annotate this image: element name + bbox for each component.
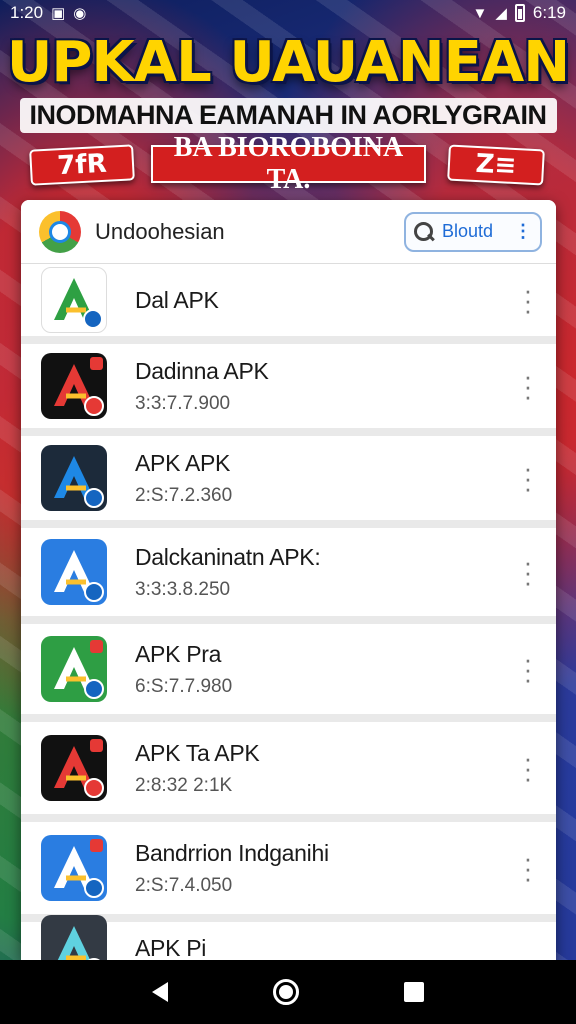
banner-headline: UPKAL UAUANEAN bbox=[6, 30, 570, 95]
app-list-item[interactable]: Dadinna APK 3:3:7.7.900 · · · bbox=[21, 344, 556, 436]
app-name: APK APK bbox=[135, 449, 231, 476]
app-list-item[interactable]: APK Pi bbox=[21, 915, 556, 961]
home-icon[interactable] bbox=[272, 979, 299, 1005]
apk-icon-black-red-arrow bbox=[41, 735, 107, 801]
status-bar: 1:20 ▣ ◉ ▼ ◢ 6:19 bbox=[0, 0, 576, 26]
apk-icon-blue bbox=[41, 539, 107, 605]
app-list-item[interactable]: Dalckaninatn APK: 3:3:3.8.250 · · · bbox=[21, 528, 556, 624]
app-badge-icon bbox=[84, 778, 104, 798]
app-meta: APK APK 2:S:7.2.360 bbox=[135, 450, 556, 507]
app-badge-icon bbox=[84, 396, 104, 416]
app-version: 2:8:32 2:1K bbox=[135, 774, 233, 796]
app-meta: Dalckaninatn APK: 3:3:3.8.250 bbox=[135, 544, 556, 601]
app-name: Bandrrion Indganihi bbox=[135, 839, 329, 866]
app-list-item[interactable]: APK Pra 6:S:7.7.980 · · · bbox=[21, 624, 556, 722]
apk-icon-blue-badge bbox=[41, 835, 107, 901]
status-time: 1:20 bbox=[10, 3, 44, 22]
image-icon: ▣ bbox=[51, 5, 66, 22]
apk-icon-partial bbox=[41, 915, 107, 960]
app-name: APK Pi bbox=[135, 934, 207, 961]
browser-logo-icon bbox=[39, 210, 81, 253]
more-options-icon[interactable]: · · · bbox=[518, 277, 538, 323]
promo-row: 7fR BA BIOROBOINA TA. Z≡ bbox=[0, 132, 576, 195]
app-corner-mark-icon bbox=[90, 739, 103, 752]
status-right-text: 6:19 bbox=[532, 3, 566, 22]
promo-banner: UPKAL UAUANEAN INODMAHNA EAMANAH IN AORL… bbox=[0, 28, 576, 198]
app-meta: APK Pi bbox=[135, 935, 556, 961]
app-name: Dalckaninatn APK: bbox=[135, 543, 321, 570]
app-meta: APK Ta APK 2:8:32 2:1K bbox=[135, 740, 556, 797]
apk-icon-dark-multicolor bbox=[41, 445, 107, 511]
apk-icon-green bbox=[41, 636, 107, 702]
promo-center-label: BA BIOROBOINA TA. bbox=[151, 132, 426, 195]
more-options-icon[interactable]: · · · bbox=[518, 363, 538, 409]
app-meta: Dadinna APK 3:3:7.7.900 bbox=[135, 358, 556, 415]
promo-badge-left: 7fR bbox=[29, 144, 135, 186]
notification-icon: ◉ bbox=[73, 5, 87, 22]
app-name: APK Pra bbox=[135, 640, 222, 667]
back-icon[interactable] bbox=[152, 982, 169, 1002]
more-options-icon[interactable]: · · · bbox=[518, 845, 538, 891]
signal-icon: ◢ bbox=[495, 5, 507, 22]
promo-badge-right: Z≡ bbox=[447, 144, 545, 186]
card-header: Undoohesian Bloutd ⋮ bbox=[21, 200, 556, 264]
app-name: Dadinna APK bbox=[135, 357, 269, 384]
app-version: 2:S:7.2.360 bbox=[135, 484, 233, 506]
app-version: 2:S:7.4.050 bbox=[135, 874, 233, 896]
more-options-icon[interactable]: · · · bbox=[518, 455, 538, 501]
app-badge-icon bbox=[83, 309, 103, 329]
apk-icon-white bbox=[41, 267, 107, 333]
app-corner-mark-icon bbox=[90, 640, 103, 653]
battery-icon bbox=[514, 4, 525, 22]
app-version: 3:3:3.8.250 bbox=[135, 578, 231, 600]
app-list-item[interactable]: APK APK 2:S:7.2.360 · · · bbox=[21, 436, 556, 528]
search-label: Bloutd bbox=[442, 221, 494, 241]
app-corner-mark-icon bbox=[90, 357, 103, 370]
recents-icon[interactable] bbox=[403, 982, 424, 1002]
app-list-item[interactable]: Dal APK · · · bbox=[21, 264, 556, 344]
app-list-card: Undoohesian Bloutd ⋮ Dal APK · · · Dadinna A… bbox=[21, 200, 556, 960]
app-badge-icon bbox=[84, 582, 104, 602]
app-badge-icon bbox=[84, 878, 104, 898]
apk-icon-black-red bbox=[41, 353, 107, 419]
navigation-bar bbox=[0, 960, 576, 1024]
search-icon bbox=[414, 221, 434, 242]
search-options-icon[interactable]: ⋮ bbox=[514, 221, 532, 242]
app-version: 6:S:7.7.980 bbox=[135, 675, 233, 697]
app-meta: Dal APK bbox=[135, 287, 556, 314]
app-name: APK Ta APK bbox=[135, 739, 260, 766]
wifi-icon: ▼ bbox=[472, 4, 488, 22]
app-corner-mark-icon bbox=[90, 839, 103, 852]
page-title: Undoohesian bbox=[95, 218, 225, 244]
apk-glyph-icon bbox=[57, 926, 91, 960]
app-badge-icon bbox=[84, 679, 104, 699]
app-list-item[interactable]: Bandrrion Indganihi 2:S:7.4.050 · · · bbox=[21, 822, 556, 922]
app-list: Dal APK · · · Dadinna APK 3:3:7.7.900 · · · APK A… bbox=[21, 264, 556, 960]
app-version: 3:3:7.7.900 bbox=[135, 392, 231, 414]
more-options-icon[interactable]: · · · bbox=[518, 549, 538, 595]
app-name: Dal APK bbox=[135, 286, 219, 313]
app-list-item[interactable]: APK Ta APK 2:8:32 2:1K · · · bbox=[21, 722, 556, 822]
search-button[interactable]: Bloutd ⋮ bbox=[404, 211, 542, 252]
banner-subline: INODMAHNA EAMANAH IN AORLYGRAIN bbox=[19, 98, 557, 133]
app-badge-icon bbox=[84, 488, 104, 508]
app-meta: Bandrrion Indganihi 2:S:7.4.050 bbox=[135, 840, 556, 897]
more-options-icon[interactable]: · · · bbox=[518, 646, 538, 692]
more-options-icon[interactable]: · · · bbox=[518, 745, 538, 791]
app-meta: APK Pra 6:S:7.7.980 bbox=[135, 641, 556, 698]
